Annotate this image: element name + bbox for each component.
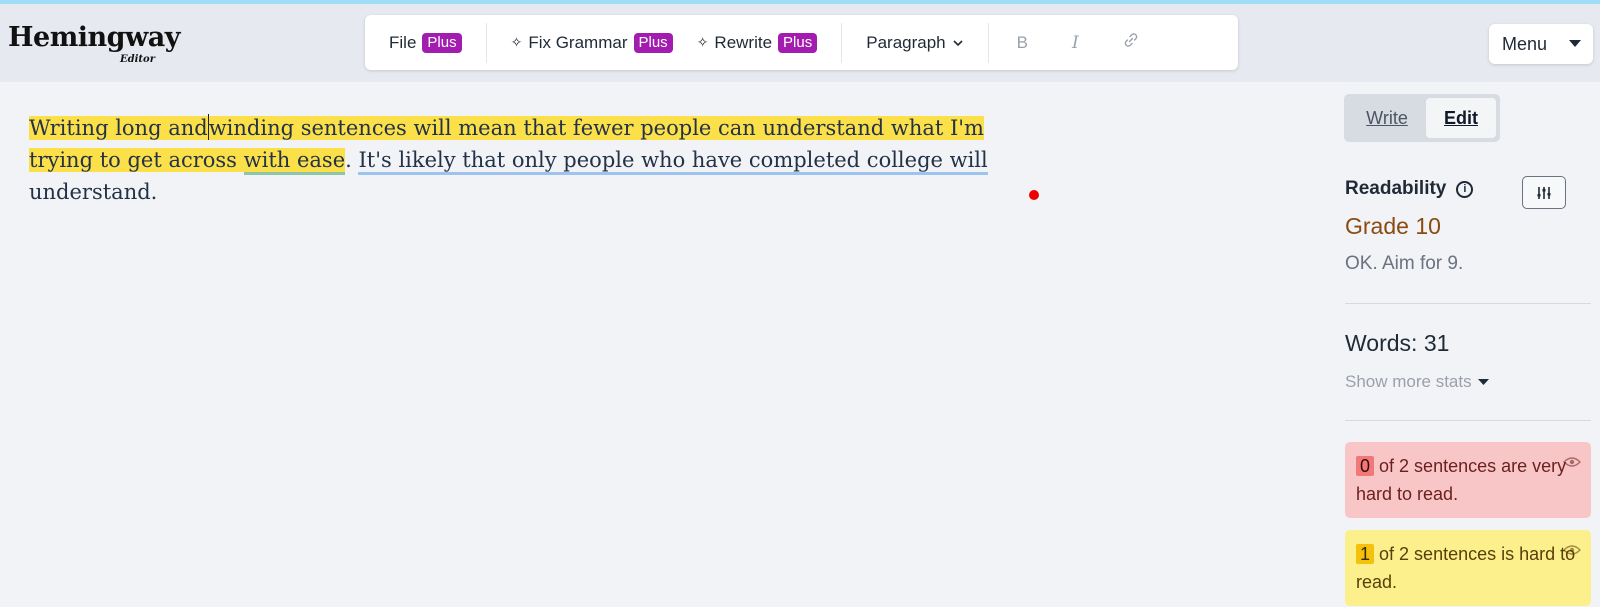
menu-button[interactable]: Menu bbox=[1489, 24, 1593, 64]
write-mode-button[interactable]: Write bbox=[1348, 108, 1426, 129]
menu-label: Menu bbox=[1502, 33, 1548, 54]
adverb-underline: with ease bbox=[243, 148, 346, 175]
editor-text: understand. bbox=[29, 180, 158, 204]
sparkle-icon: ✧ bbox=[696, 34, 709, 50]
sidebar-divider bbox=[1345, 420, 1591, 421]
toolbar: File Plus ✧ Fix Grammar Plus ✧ Rewrite P… bbox=[365, 15, 1238, 70]
file-label: File bbox=[389, 32, 417, 52]
plus-badge: Plus bbox=[778, 32, 818, 53]
very-hard-count: 0 bbox=[1356, 456, 1375, 476]
readability-settings-button[interactable] bbox=[1522, 176, 1566, 209]
very-hard-sentences-card[interactable]: 0 of 2 sentences are very hard to read. bbox=[1345, 442, 1591, 518]
caret-down-icon bbox=[1569, 40, 1581, 47]
passive-voice-underline: It's likely that only people who have co… bbox=[358, 148, 988, 175]
word-count: Words: 31 bbox=[1345, 330, 1450, 356]
sliders-icon bbox=[1537, 186, 1551, 199]
fix-grammar-button[interactable]: ✧ Fix Grammar Plus bbox=[499, 32, 685, 53]
rewrite-label: Rewrite bbox=[714, 32, 773, 52]
paragraph-dropdown[interactable]: Paragraph bbox=[854, 33, 975, 53]
app-header: Hemingway Editor File Plus ✧ Fix Grammar… bbox=[0, 4, 1600, 82]
show-more-stats-link[interactable]: Show more stats bbox=[1345, 372, 1489, 392]
chevron-down-icon bbox=[953, 39, 963, 46]
rewrite-button[interactable]: ✧ Rewrite Plus bbox=[685, 32, 830, 53]
caret-down-icon bbox=[1477, 378, 1489, 385]
mode-toggle: Write Edit bbox=[1344, 94, 1500, 142]
readability-heading: Readability i bbox=[1345, 178, 1474, 200]
link-button[interactable] bbox=[1101, 32, 1161, 53]
link-icon bbox=[1124, 33, 1137, 47]
italic-button[interactable]: I bbox=[1050, 33, 1101, 53]
plus-badge: Plus bbox=[422, 32, 462, 53]
fix-grammar-label: Fix Grammar bbox=[528, 32, 628, 52]
editor-text: . bbox=[345, 148, 359, 172]
show-more-stats-label: Show more stats bbox=[1345, 372, 1472, 391]
format-group: B I bbox=[989, 15, 1167, 70]
logo[interactable]: Hemingway bbox=[8, 22, 180, 53]
sidebar-divider bbox=[1345, 303, 1591, 304]
plus-badge: Plus bbox=[633, 32, 673, 53]
bold-button[interactable]: B bbox=[995, 33, 1050, 53]
file-button[interactable]: File Plus bbox=[377, 32, 474, 53]
paragraph-group: Paragraph bbox=[842, 15, 987, 70]
edit-mode-button[interactable]: Edit bbox=[1426, 98, 1496, 138]
eye-icon[interactable] bbox=[1563, 538, 1581, 566]
info-icon[interactable]: i bbox=[1456, 180, 1474, 198]
eye-icon[interactable] bbox=[1563, 450, 1581, 478]
readability-label: Readability bbox=[1345, 178, 1447, 199]
hard-text: of 2 sentences is hard to read. bbox=[1356, 544, 1576, 592]
logo-subtitle: Editor bbox=[120, 54, 155, 65]
editor-text-area[interactable]: Writing long andwinding sentences will m… bbox=[29, 112, 999, 208]
sparkle-icon: ✧ bbox=[510, 34, 523, 50]
cursor-indicator-dot bbox=[1029, 190, 1039, 200]
ai-group: ✧ Fix Grammar Plus ✧ Rewrite Plus bbox=[487, 15, 842, 70]
very-hard-text: of 2 sentences are very hard to read. bbox=[1356, 456, 1567, 504]
file-group: File Plus bbox=[365, 15, 486, 70]
grade-message: OK. Aim for 9. bbox=[1345, 253, 1464, 274]
grade-level: Grade 10 bbox=[1345, 213, 1441, 239]
hard-sentences-card[interactable]: 1 of 2 sentences is hard to read. bbox=[1345, 530, 1591, 606]
paragraph-label: Paragraph bbox=[866, 32, 946, 52]
editor-text: Writing long and bbox=[29, 116, 208, 140]
hard-count: 1 bbox=[1356, 544, 1375, 564]
